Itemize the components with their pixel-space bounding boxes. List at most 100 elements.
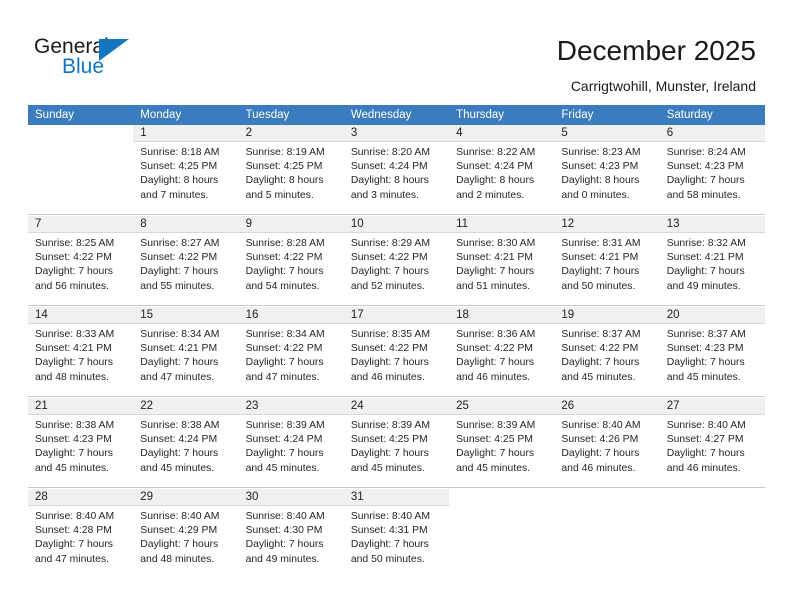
week-row: 21 Sunrise: 8:38 AM Sunset: 4:23 PM Dayligh… [28,397,765,487]
sunset-line: Sunset: 4:21 PM [140,343,218,355]
day-details: Sunrise: 8:40 AM Sunset: 4:26 PM Daylight:… [554,415,659,476]
day-cell[interactable]: 15 Sunrise: 8:34 AM Sunset: 4:21 PM Dayligh… [133,307,239,396]
day-cell[interactable]: 16 Sunrise: 8:34 AM Sunset: 4:22 PM Dayligh… [238,307,344,396]
day-cell[interactable]: 9 Sunrise: 8:28 AM Sunset: 4:22 PM Daylight… [238,216,344,305]
day-cell[interactable]: 3 Sunrise: 8:20 AM Sunset: 4:24 PM Daylight… [343,125,450,214]
daylight-line: Daylight: 7 hours [561,357,640,369]
day-cell[interactable]: 29 Sunrise: 8:40 AM Sunset: 4:29 PM Dayligh… [133,489,239,578]
daylight-line-cont: and 46 minutes. [350,371,425,383]
weekday-header-monday: Monday [140,109,182,121]
day-cell[interactable]: 12 Sunrise: 8:31 AM Sunset: 4:21 PM Dayligh… [554,216,660,305]
general-blue-logo[interactable]: General Blue [34,36,144,82]
day-number: 20 [666,309,680,321]
sunset-line: Sunset: 4:22 PM [140,252,218,264]
day-cell[interactable]: 6 Sunrise: 8:24 AM Sunset: 4:23 PM Daylight… [659,125,765,214]
daylight-line-cont: and 56 minutes. [35,280,109,292]
sunset-line: Sunset: 4:22 PM [350,343,428,355]
weekday-header-saturday: Saturday [666,109,713,121]
daylight-line-cont: and 7 minutes. [140,189,209,201]
sunset-line: Sunset: 4:24 PM [140,434,218,446]
sunset-line: Sunset: 4:21 PM [35,343,112,355]
page-subtitle: Carrigtwohill, Munster, Ireland [570,78,756,94]
daylight-line: Daylight: 7 hours [140,266,219,278]
day-cell[interactable]: 2 Sunrise: 8:19 AM Sunset: 4:25 PM Daylight… [238,125,344,214]
day-details: Sunrise: 8:32 AM Sunset: 4:21 PM Daylight:… [660,233,765,294]
day-cell[interactable]: 20 Sunrise: 8:37 AM Sunset: 4:23 PM Dayligh… [659,307,765,396]
daylight-line: Daylight: 7 hours [350,357,429,369]
sunrise-line: Sunrise: 8:39 AM [350,420,430,431]
sunset-line: Sunset: 4:21 PM [561,252,639,264]
day-details: Sunrise: 8:38 AM Sunset: 4:23 PM Daylight:… [28,415,133,476]
week-row: 28 Sunrise: 8:40 AM Sunset: 4:28 PM Dayligh… [28,488,765,578]
sunset-line: Sunset: 4:25 PM [456,434,533,446]
day-cell[interactable]: 1 Sunrise: 8:18 AM Sunset: 4:25 PM Daylight… [133,125,239,214]
day-cell[interactable]: 26 Sunrise: 8:40 AM Sunset: 4:26 PM Dayligh… [554,398,660,487]
day-cell[interactable]: 19 Sunrise: 8:37 AM Sunset: 4:22 PM Dayligh… [554,307,660,396]
day-details: Sunrise: 8:19 AM Sunset: 4:25 PM Daylight:… [239,142,344,203]
sunset-line: Sunset: 4:22 PM [245,343,323,355]
day-number: 26 [561,400,575,412]
sunset-line: Sunset: 4:22 PM [350,252,428,264]
day-cell[interactable]: 23 Sunrise: 8:39 AM Sunset: 4:24 PM Dayligh… [238,398,344,487]
daylight-line-cont: and 54 minutes. [245,280,320,292]
day-cell-empty [659,489,765,578]
sunrise-line: Sunrise: 8:40 AM [35,511,115,522]
day-cell[interactable]: 18 Sunrise: 8:36 AM Sunset: 4:22 PM Dayligh… [449,307,555,396]
daylight-line: Daylight: 7 hours [245,539,324,551]
sunset-line: Sunset: 4:21 PM [666,252,744,264]
day-details: Sunrise: 8:40 AM Sunset: 4:29 PM Daylight:… [133,506,238,567]
day-cell-empty [28,125,134,214]
day-details [554,506,659,510]
day-cell[interactable]: 22 Sunrise: 8:38 AM Sunset: 4:24 PM Dayligh… [133,398,239,487]
day-cell[interactable]: 8 Sunrise: 8:27 AM Sunset: 4:22 PM Daylight… [133,216,239,305]
day-cell[interactable]: 30 Sunrise: 8:40 AM Sunset: 4:30 PM Dayligh… [238,489,344,578]
daylight-line: Daylight: 7 hours [35,539,113,551]
sunrise-line: Sunrise: 8:23 AM [561,147,641,158]
day-cell[interactable]: 10 Sunrise: 8:29 AM Sunset: 4:22 PM Dayligh… [343,216,450,305]
daylight-line: Daylight: 7 hours [245,266,324,278]
daylight-line: Daylight: 7 hours [35,357,113,369]
calendar-weeks: 1 Sunrise: 8:18 AM Sunset: 4:25 PM Daylight… [28,125,765,578]
daylight-line: Daylight: 7 hours [350,539,429,551]
day-cell[interactable]: 28 Sunrise: 8:40 AM Sunset: 4:28 PM Dayligh… [28,489,134,578]
sunrise-line: Sunrise: 8:18 AM [140,147,220,158]
daylight-line-cont: and 51 minutes. [456,280,531,292]
daylight-line-cont: and 48 minutes. [140,553,215,565]
day-cell[interactable]: 7 Sunrise: 8:25 AM Sunset: 4:22 PM Daylight… [28,216,134,305]
day-cell[interactable]: 21 Sunrise: 8:38 AM Sunset: 4:23 PM Dayligh… [28,398,134,487]
day-number-band [238,125,344,142]
day-cell[interactable]: 5 Sunrise: 8:23 AM Sunset: 4:23 PM Daylight… [554,125,660,214]
weekday-header-wednesday: Wednesday [350,109,412,121]
day-cell[interactable]: 27 Sunrise: 8:40 AM Sunset: 4:27 PM Dayligh… [659,398,765,487]
day-number: 31 [350,491,364,503]
sunset-line: Sunset: 4:22 PM [456,343,533,355]
weekday-header-tuesday: Tuesday [245,109,290,121]
daylight-line-cont: and 50 minutes. [561,280,636,292]
day-number: 6 [666,127,674,139]
sunrise-line: Sunrise: 8:40 AM [561,420,641,431]
daylight-line-cont: and 45 minutes. [245,462,320,474]
day-details: Sunrise: 8:27 AM Sunset: 4:22 PM Daylight:… [133,233,238,294]
day-cell[interactable]: 25 Sunrise: 8:39 AM Sunset: 4:25 PM Dayligh… [449,398,555,487]
day-details: Sunrise: 8:39 AM Sunset: 4:25 PM Daylight:… [449,415,554,476]
daylight-line: Daylight: 7 hours [35,266,113,278]
day-cell[interactable]: 17 Sunrise: 8:35 AM Sunset: 4:22 PM Dayligh… [343,307,450,396]
day-cell[interactable]: 11 Sunrise: 8:30 AM Sunset: 4:21 PM Dayligh… [449,216,555,305]
day-cell[interactable]: 13 Sunrise: 8:32 AM Sunset: 4:21 PM Dayligh… [659,216,765,305]
calendar-page: General Blue December 2025 Carrigtwohill… [0,0,792,612]
daylight-line: Daylight: 7 hours [456,266,535,278]
day-cell[interactable]: 31 Sunrise: 8:40 AM Sunset: 4:31 PM Dayligh… [343,489,450,578]
day-cell[interactable]: 24 Sunrise: 8:39 AM Sunset: 4:25 PM Dayligh… [343,398,450,487]
day-details: Sunrise: 8:20 AM Sunset: 4:24 PM Daylight:… [344,142,449,203]
day-number: 28 [35,491,48,503]
day-number: 4 [456,127,463,139]
sunrise-line: Sunrise: 8:34 AM [140,329,220,340]
day-details: Sunrise: 8:37 AM Sunset: 4:23 PM Daylight:… [660,324,765,385]
sunset-line: Sunset: 4:22 PM [561,343,639,355]
daylight-line-cont: and 52 minutes. [350,280,425,292]
daylight-line: Daylight: 7 hours [140,357,219,369]
day-cell[interactable]: 14 Sunrise: 8:33 AM Sunset: 4:21 PM Dayligh… [28,307,134,396]
daylight-line-cont: and 45 minutes. [666,371,741,383]
day-cell[interactable]: 4 Sunrise: 8:22 AM Sunset: 4:24 PM Daylight… [449,125,555,214]
day-number: 3 [350,127,358,139]
